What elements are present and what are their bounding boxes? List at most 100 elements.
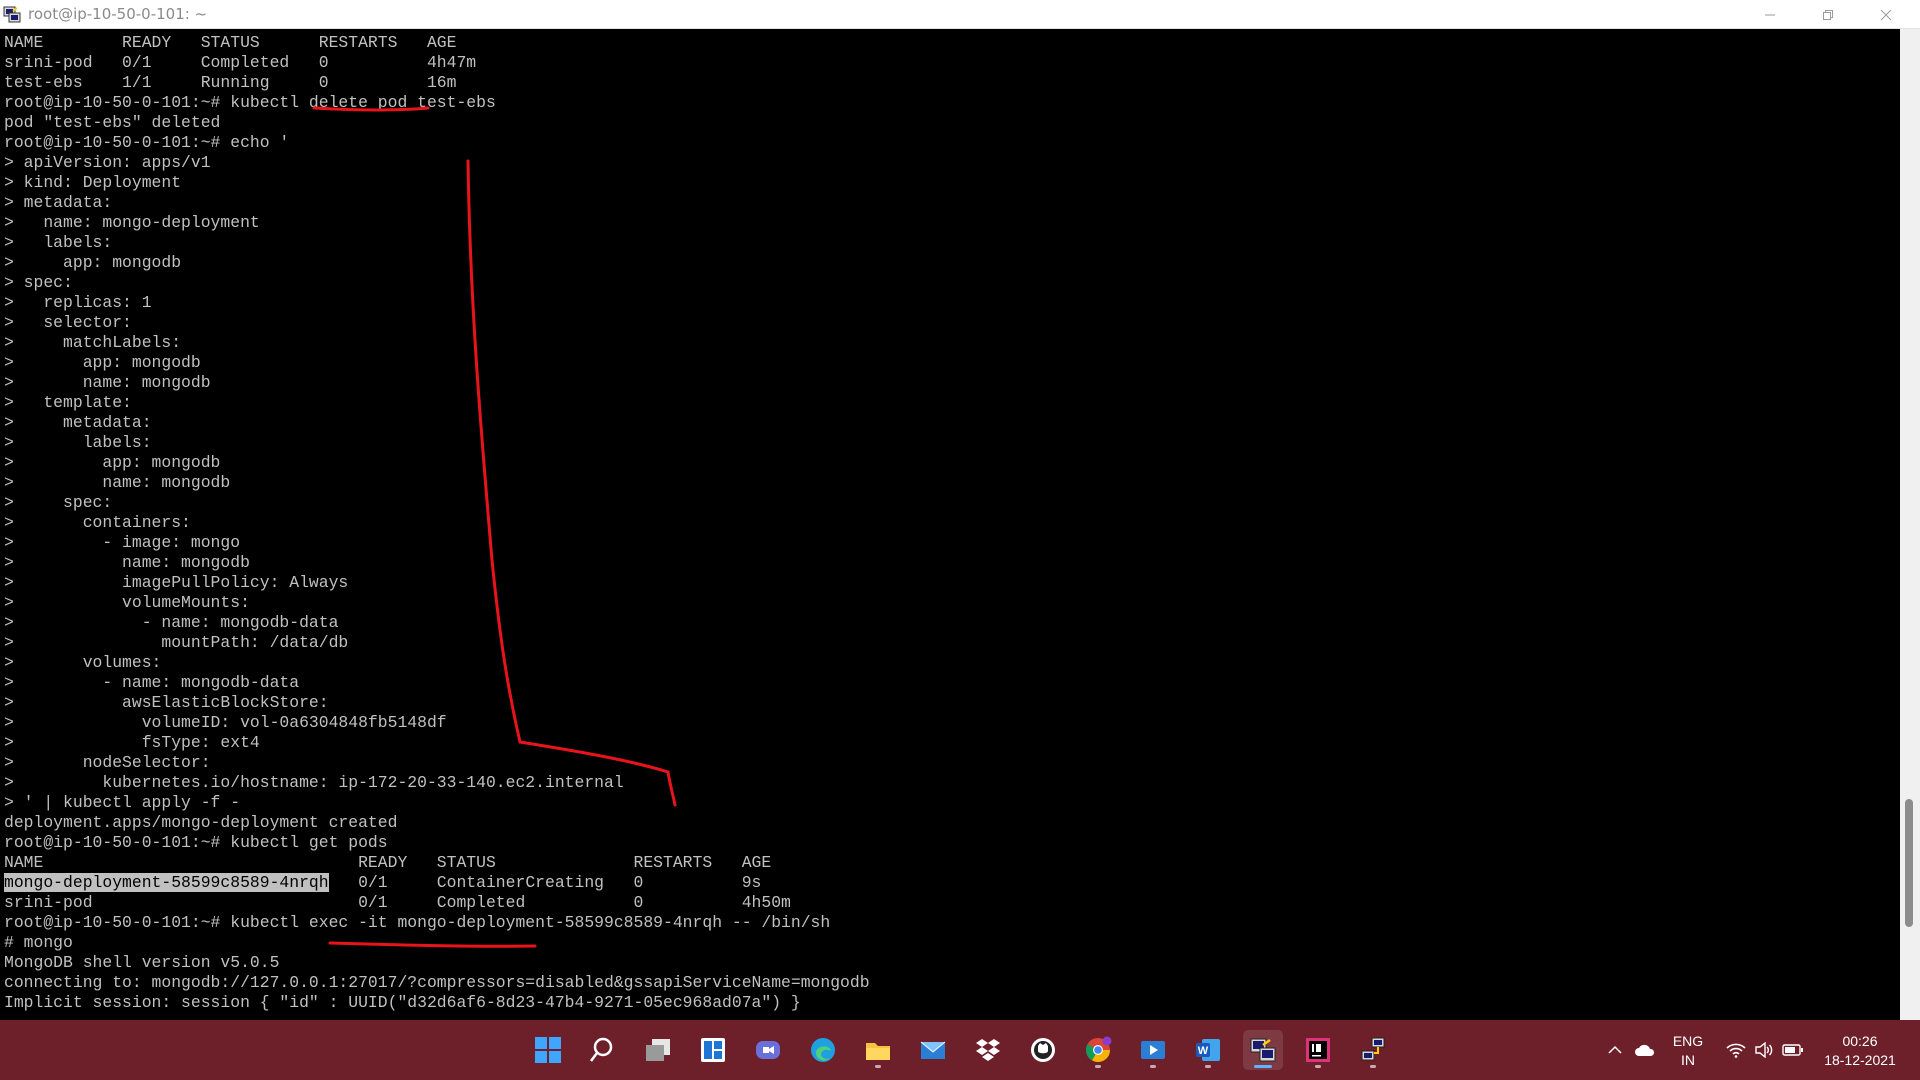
- terminal-line: > name: mongodb: [4, 473, 231, 492]
- chrome-icon: [1085, 1036, 1112, 1063]
- file-explorer-button[interactable]: [858, 1030, 898, 1070]
- terminal-line: > selector:: [4, 313, 132, 332]
- terminal-line: > matchLabels:: [4, 333, 182, 352]
- terminal-line: > app: mongodb: [4, 353, 201, 372]
- mail-button[interactable]: [913, 1030, 953, 1070]
- terminal-line: srini-pod 0/1 Completed 0 4h47m: [4, 53, 477, 72]
- terminal-line: > labels:: [4, 233, 113, 252]
- language-indicator[interactable]: ENG IN: [1660, 1032, 1716, 1070]
- teams-chat-button[interactable]: [748, 1030, 788, 1070]
- github-button[interactable]: [1023, 1030, 1063, 1070]
- word-icon: W: [1196, 1039, 1220, 1061]
- volume-status[interactable]: [1750, 1020, 1778, 1080]
- running-indicator: [875, 1065, 881, 1068]
- task-view-button[interactable]: [638, 1030, 678, 1070]
- onedrive-button[interactable]: [1630, 1020, 1660, 1080]
- minimize-icon: [1765, 14, 1775, 15]
- start-button[interactable]: [528, 1030, 568, 1070]
- mail-icon: [920, 1041, 946, 1059]
- chevron-up-icon: [1608, 1045, 1622, 1054]
- terminal-line: Implicit session: session { "id" : UUID(…: [4, 993, 801, 1012]
- terminal-line: root@ip-10-50-0-101:~# kubectl delete po…: [4, 93, 496, 112]
- terminal-line: > awsElasticBlockStore:: [4, 693, 329, 712]
- intellij-button[interactable]: [1298, 1030, 1338, 1070]
- terminal-line: test-ebs 1/1 Running 0 16m: [4, 73, 457, 92]
- restore-icon: [1823, 9, 1833, 20]
- terminal-line: > apiVersion: apps/v1: [4, 153, 211, 172]
- dropbox-button[interactable]: [968, 1030, 1008, 1070]
- terminal-line: > nodeSelector:: [4, 753, 211, 772]
- minimize-button[interactable]: [1742, 0, 1798, 29]
- terminal-line: > metadata:: [4, 193, 113, 212]
- terminal-scrollbar[interactable]: [1900, 29, 1920, 1020]
- terminal-line: root@ip-10-50-0-101:~# echo ': [4, 133, 290, 152]
- selected-text[interactable]: mongo-deployment-58599c8589-4nrqh: [4, 873, 329, 892]
- putty-app-icon[interactable]: [3, 5, 21, 23]
- putty-icon: [1250, 1038, 1276, 1062]
- cloud-icon: [1635, 1044, 1655, 1056]
- network-tool-button[interactable]: [1353, 1030, 1393, 1070]
- terminal-text[interactable]: NAME READY STATUS RESTARTS AGE srini-pod …: [4, 33, 870, 1013]
- chrome-button[interactable]: [1078, 1030, 1118, 1070]
- terminal-line: > - name: mongodb-data: [4, 673, 300, 692]
- battery-status[interactable]: [1778, 1020, 1808, 1080]
- terminal-line: MongoDB shell version v5.0.5: [4, 953, 280, 972]
- terminal-line: > app: mongodb: [4, 253, 182, 272]
- terminal-line: NAME READY STATUS RESTARTS AGE: [4, 853, 772, 872]
- terminal-line: > name: mongodb: [4, 373, 211, 392]
- keyboard-region: IN: [1681, 1052, 1695, 1068]
- word-button[interactable]: W: [1188, 1030, 1228, 1070]
- terminal-line: > - name: mongodb-data: [4, 613, 339, 632]
- close-button[interactable]: [1858, 0, 1914, 29]
- terminal-line: > volumes:: [4, 653, 162, 672]
- media-player-button[interactable]: [1133, 1030, 1173, 1070]
- active-indicator: [1254, 1065, 1272, 1068]
- close-icon: [1880, 9, 1892, 20]
- svg-text:W: W: [1198, 1045, 1209, 1057]
- title-bar[interactable]: root@ip-10-50-0-101: ~: [0, 0, 1920, 29]
- terminal-line: > metadata:: [4, 413, 152, 432]
- terminal-line: > app: mongodb: [4, 453, 221, 472]
- terminal-line: > spec:: [4, 493, 113, 512]
- wifi-status[interactable]: [1722, 1020, 1750, 1080]
- task-view-icon: [646, 1039, 670, 1061]
- battery-icon: [1782, 1044, 1803, 1056]
- terminal-line: > kind: Deployment: [4, 173, 182, 192]
- teams-chat-icon: [756, 1041, 780, 1059]
- search-icon: [590, 1037, 613, 1062]
- terminal-output[interactable]: NAME READY STATUS RESTARTS AGE srini-pod …: [0, 29, 1900, 1020]
- terminal-line: > imagePullPolicy: Always: [4, 573, 349, 592]
- widgets-icon: [701, 1038, 725, 1062]
- terminal-line: srini-pod 0/1 Completed 0 4h50m: [4, 893, 791, 912]
- widgets-button[interactable]: [693, 1030, 733, 1070]
- folder-icon: [866, 1043, 890, 1060]
- windows-logo-icon: [535, 1037, 561, 1063]
- show-hidden-icons-button[interactable]: [1600, 1020, 1630, 1080]
- terminal-line: > labels:: [4, 433, 152, 452]
- terminal-line: # mongo: [4, 933, 73, 952]
- edge-button[interactable]: [803, 1030, 843, 1070]
- system-clock[interactable]: 00:26 18-12-2021: [1812, 1032, 1908, 1070]
- running-indicator: [1370, 1065, 1376, 1068]
- scrollbar-thumb[interactable]: [1905, 799, 1913, 927]
- clock-time: 00:26: [1842, 1033, 1878, 1049]
- media-player-icon: [1141, 1041, 1165, 1059]
- terminal-line: root@ip-10-50-0-101:~# kubectl exec -it …: [4, 913, 831, 932]
- terminal-line: > spec:: [4, 273, 73, 292]
- edge-icon: [811, 1038, 835, 1062]
- running-indicator: [1315, 1065, 1321, 1068]
- running-indicator: [1150, 1065, 1156, 1068]
- terminal-line: > ' | kubectl apply -f -: [4, 793, 241, 812]
- search-button[interactable]: [582, 1030, 622, 1070]
- github-icon: [1031, 1038, 1055, 1062]
- terminal-line: > name: mongodb: [4, 553, 250, 572]
- terminal-line: mongo-deployment-58599c8589-4nrqh 0/1 Co…: [4, 873, 870, 893]
- terminal-line: > replicas: 1: [4, 293, 152, 312]
- running-indicator: [1095, 1065, 1101, 1068]
- terminal-line: pod "test-ebs" deleted: [4, 113, 221, 132]
- restore-button[interactable]: [1800, 0, 1856, 29]
- putty-button[interactable]: [1243, 1030, 1283, 1070]
- intellij-icon: [1306, 1038, 1330, 1062]
- terminal-line: deployment.apps/mongo-deployment created: [4, 813, 398, 832]
- terminal-line-rest: 0/1 ContainerCreating 0 9s: [328, 873, 762, 892]
